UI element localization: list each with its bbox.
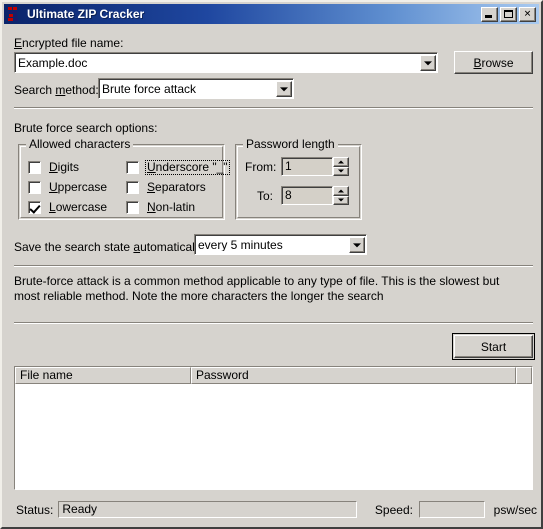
- status-bar: Status: Ready Speed: psw/sec: [10, 498, 537, 521]
- column-header-file-name[interactable]: File name: [15, 367, 191, 384]
- checkbox-uppercase[interactable]: Uppercase: [28, 180, 109, 195]
- maximize-button[interactable]: [500, 6, 517, 22]
- autosave-interval-value: every 5 minutes: [198, 238, 283, 251]
- autosave-label: Save the search state automatically:: [14, 240, 207, 254]
- checkbox-label: Separators: [147, 180, 206, 194]
- checkbox-label: Uppercase: [49, 180, 108, 194]
- spinner-up-icon[interactable]: [333, 186, 349, 196]
- password-length-to-stepper[interactable]: 8: [281, 186, 349, 205]
- encrypted-file-name-value: Example.doc: [18, 56, 88, 69]
- password-length-from-label: From:: [245, 160, 277, 174]
- title-bar: Ultimate ZIP Cracker ✕: [4, 4, 539, 24]
- checkbox-label: Digits: [49, 160, 80, 174]
- checkbox-nonlatin[interactable]: Non-latin: [126, 200, 197, 215]
- zip-app-icon: [7, 6, 23, 22]
- checkbox-underscore[interactable]: Underscore "_": [126, 160, 230, 175]
- group-frame: [235, 144, 362, 220]
- checkbox-label: Non-latin: [147, 200, 196, 214]
- allowed-characters-group: Allowed characters Digits Uppercase Lowe…: [18, 138, 230, 220]
- status-label: Status:: [16, 502, 54, 517]
- close-button[interactable]: ✕: [519, 6, 536, 22]
- password-length-group: Password length From: 1 To: 8: [235, 138, 362, 220]
- allowed-characters-title: Allowed characters: [26, 138, 134, 150]
- encrypted-file-name-combo[interactable]: Example.doc: [14, 52, 438, 73]
- application-window: Ultimate ZIP Cracker ✕ Encrypted file na…: [0, 0, 543, 529]
- checkbox-box: [28, 161, 41, 174]
- autosave-interval-combo[interactable]: every 5 minutes: [194, 234, 367, 255]
- encrypted-file-name-label: Encrypted file name:: [14, 36, 124, 50]
- column-header-extra[interactable]: [516, 367, 532, 384]
- password-length-to-label: To:: [257, 189, 274, 203]
- spinner-down-icon[interactable]: [333, 166, 349, 176]
- close-icon: ✕: [523, 8, 532, 19]
- separator-middle: [14, 265, 533, 267]
- chevron-down-icon[interactable]: [349, 236, 365, 253]
- search-method-label: Search method:: [14, 83, 99, 97]
- password-length-title: Password length: [243, 138, 338, 150]
- separator-top: [14, 107, 533, 109]
- speed-label: Speed:: [374, 502, 413, 517]
- spinner-down-icon[interactable]: [333, 195, 349, 205]
- minimize-icon: [485, 14, 492, 18]
- method-description: Brute-force attack is a common method ap…: [14, 274, 500, 303]
- maximize-icon: [504, 9, 513, 18]
- checkbox-box-checked: [28, 201, 41, 214]
- speed-value: [418, 501, 485, 518]
- chevron-down-icon[interactable]: [276, 80, 292, 97]
- results-listview[interactable]: File name Password: [14, 366, 533, 490]
- checkbox-box: [126, 181, 139, 194]
- password-length-to-value[interactable]: 8: [281, 186, 333, 205]
- separator-bottom: [14, 322, 533, 324]
- start-button-label: Start: [480, 339, 507, 354]
- start-button[interactable]: Start: [452, 333, 535, 360]
- window-title: Ultimate ZIP Cracker: [27, 7, 145, 21]
- search-method-value: Brute force attack: [102, 82, 197, 95]
- checkbox-lowercase[interactable]: Lowercase: [28, 200, 109, 215]
- listview-header: File name Password: [15, 367, 532, 384]
- browse-button[interactable]: Browse: [454, 51, 533, 74]
- spinner-up-icon[interactable]: [333, 157, 349, 167]
- status-value: Ready: [58, 501, 357, 518]
- search-method-combo[interactable]: Brute force attack: [98, 78, 294, 99]
- spinner-buttons[interactable]: [333, 186, 349, 205]
- spinner-buttons[interactable]: [333, 157, 349, 176]
- window-controls: ✕: [481, 6, 536, 22]
- minimize-button[interactable]: [481, 6, 498, 22]
- checkbox-label: Lowercase: [49, 200, 108, 214]
- listview-body[interactable]: [15, 384, 532, 489]
- password-length-from-stepper[interactable]: 1: [281, 157, 349, 176]
- checkbox-box: [126, 201, 139, 214]
- checkbox-label: Underscore "_": [145, 160, 230, 175]
- speed-units-label: psw/sec: [493, 502, 537, 517]
- checkbox-separators[interactable]: Separators: [126, 180, 208, 195]
- options-section-label: Brute force search options:: [14, 121, 158, 135]
- checkbox-box: [28, 181, 41, 194]
- password-length-from-value[interactable]: 1: [281, 157, 333, 176]
- checkbox-digits[interactable]: Digits: [28, 160, 81, 175]
- column-header-password[interactable]: Password: [191, 367, 516, 384]
- chevron-down-icon[interactable]: [420, 54, 436, 71]
- browse-button-label: Browse: [473, 55, 514, 70]
- checkbox-box: [126, 161, 139, 174]
